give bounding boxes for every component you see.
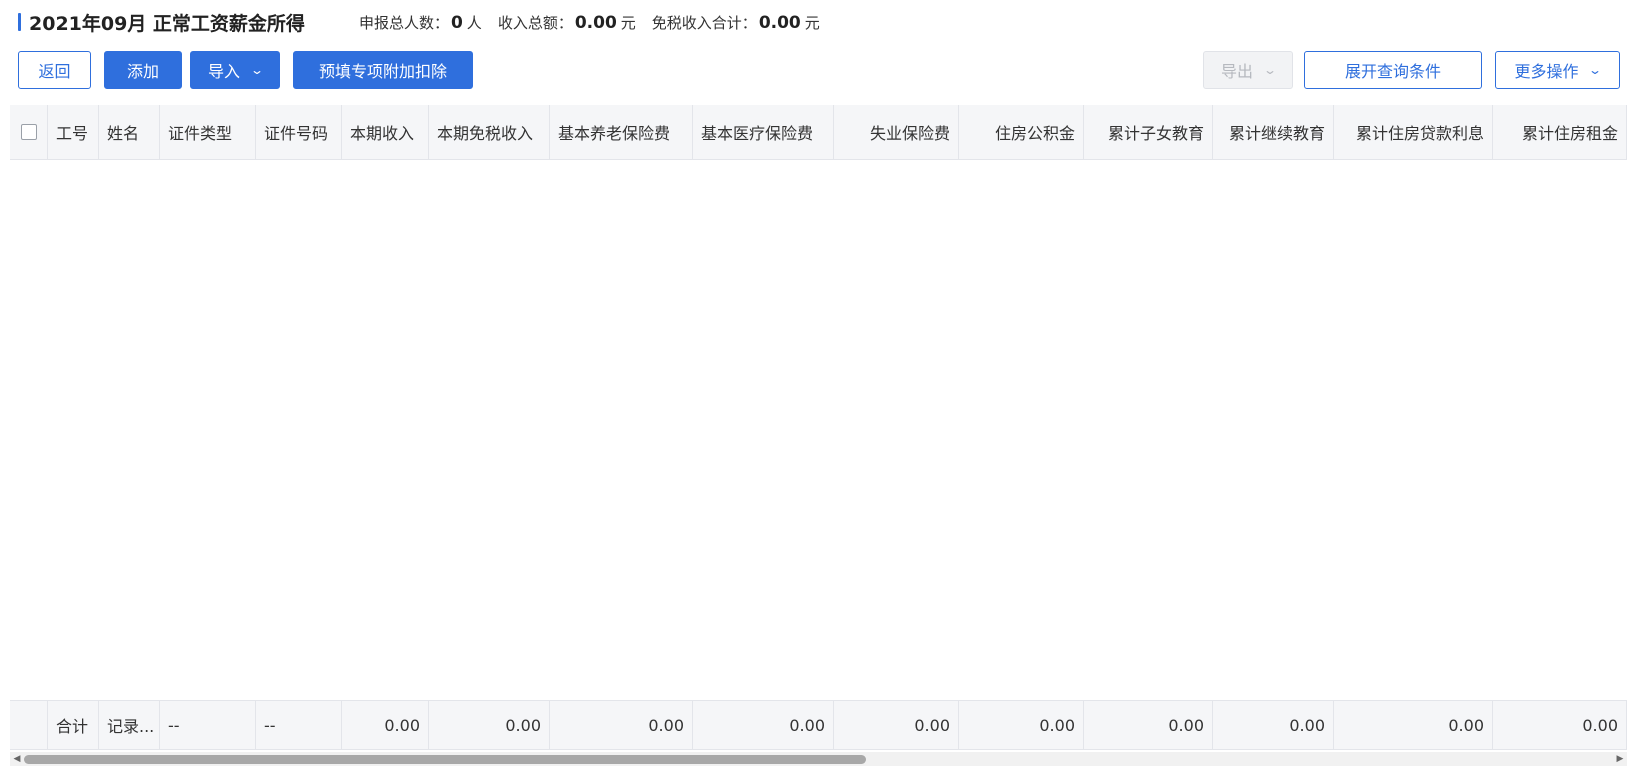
col-header-id-number[interactable]: 证件号码	[256, 105, 342, 159]
footer-id-number: --	[256, 701, 342, 749]
select-all-checkbox[interactable]	[20, 124, 37, 140]
prefill-deduction-button[interactable]: 预填专项附加扣除	[293, 51, 473, 89]
footer-pension: 0.00	[550, 701, 693, 749]
stat-total-income-unit: 元	[620, 13, 636, 32]
col-header-child-edu[interactable]: 累计子女教育	[1084, 105, 1213, 159]
stat-total-people-unit: 人	[466, 13, 482, 32]
footer-blank-cell	[10, 701, 48, 749]
stat-total-people-value: 0	[450, 12, 463, 33]
col-header-income[interactable]: 本期收入	[342, 105, 429, 159]
footer-total-label: 合计	[48, 701, 99, 749]
chevron-down-icon: ⌄	[1262, 63, 1278, 77]
footer-medical: 0.00	[693, 701, 834, 749]
more-actions-label: 更多操作	[1514, 62, 1579, 81]
export-button[interactable]: 导出 ⌄	[1203, 51, 1293, 89]
expand-query-label: 展开查询条件	[1344, 62, 1441, 81]
add-button-label: 添加	[126, 62, 159, 81]
title-accent-bar	[18, 13, 21, 31]
col-header-name[interactable]: 姓名	[99, 105, 160, 159]
table-body-empty	[10, 160, 1627, 700]
add-button[interactable]: 添加	[104, 51, 182, 89]
table-footer-totals: 合计 记录... -- -- 0.00 0.00 0.00 0.00 0.00 …	[10, 700, 1627, 750]
footer-income: 0.00	[342, 701, 429, 749]
import-button[interactable]: 导入 ⌄	[190, 51, 280, 89]
footer-mortgage-interest: 0.00	[1334, 701, 1493, 749]
footer-unemployment: 0.00	[834, 701, 959, 749]
stat-total-people-label: 申报总人数：	[358, 13, 449, 32]
col-header-unemployment[interactable]: 失业保险费	[834, 105, 959, 159]
stat-tax-free-value: 0.00	[758, 12, 801, 33]
back-button[interactable]: 返回	[18, 51, 91, 89]
more-actions-button[interactable]: 更多操作 ⌄	[1495, 51, 1620, 89]
footer-child-edu: 0.00	[1084, 701, 1213, 749]
prefill-deduction-label: 预填专项附加扣除	[318, 62, 447, 81]
horizontal-scrollbar[interactable]: ◀ ▶	[10, 752, 1627, 766]
stat-total-income-label: 收入总额：	[497, 13, 573, 32]
col-header-emp-no[interactable]: 工号	[48, 105, 99, 159]
expand-query-button[interactable]: 展开查询条件	[1304, 51, 1482, 89]
table-header: 工号 姓名 证件类型 证件号码 本期收入 本期免税收入 基本养老保险费 基本医疗…	[10, 105, 1627, 160]
stat-tax-free-unit: 元	[804, 13, 820, 32]
col-header-medical[interactable]: 基本医疗保险费	[693, 105, 834, 159]
footer-tax-free-income: 0.00	[429, 701, 550, 749]
footer-continuing-edu: 0.00	[1213, 701, 1334, 749]
footer-housing-fund: 0.00	[959, 701, 1084, 749]
summary-stats: 申报总人数： 0 人 收入总额： 0.00 元 免税收入合计： 0.00 元	[359, 12, 836, 33]
arrow-left-icon[interactable]: ◀	[10, 752, 24, 766]
col-header-tax-free-income[interactable]: 本期免税收入	[429, 105, 550, 159]
back-button-label: 返回	[38, 62, 71, 81]
scrollbar-thumb[interactable]	[24, 755, 866, 764]
page-title: 2021年09月 正常工资薪金所得	[29, 12, 305, 35]
footer-id-type: --	[160, 701, 256, 749]
arrow-right-icon[interactable]: ▶	[1613, 752, 1627, 766]
chevron-down-icon: ⌄	[249, 63, 265, 77]
page-header: 2021年09月 正常工资薪金所得 申报总人数： 0 人 收入总额： 0.00 …	[18, 8, 836, 36]
col-header-rent[interactable]: 累计住房租金	[1493, 105, 1627, 159]
col-header-pension[interactable]: 基本养老保险费	[550, 105, 693, 159]
select-all-cell	[10, 105, 48, 159]
export-button-label: 导出	[1220, 62, 1253, 81]
footer-record-count: 记录...	[99, 701, 160, 749]
stat-tax-free-label: 免税收入合计：	[651, 13, 757, 32]
footer-rent: 0.00	[1493, 701, 1627, 749]
col-header-housing-fund[interactable]: 住房公积金	[959, 105, 1084, 159]
col-header-id-type[interactable]: 证件类型	[160, 105, 256, 159]
col-header-mortgage-interest[interactable]: 累计住房贷款利息	[1334, 105, 1493, 159]
import-button-label: 导入	[207, 62, 240, 81]
chevron-down-icon: ⌄	[1588, 63, 1603, 77]
col-header-continuing-edu[interactable]: 累计继续教育	[1213, 105, 1334, 159]
stat-total-income-value: 0.00	[574, 12, 617, 33]
